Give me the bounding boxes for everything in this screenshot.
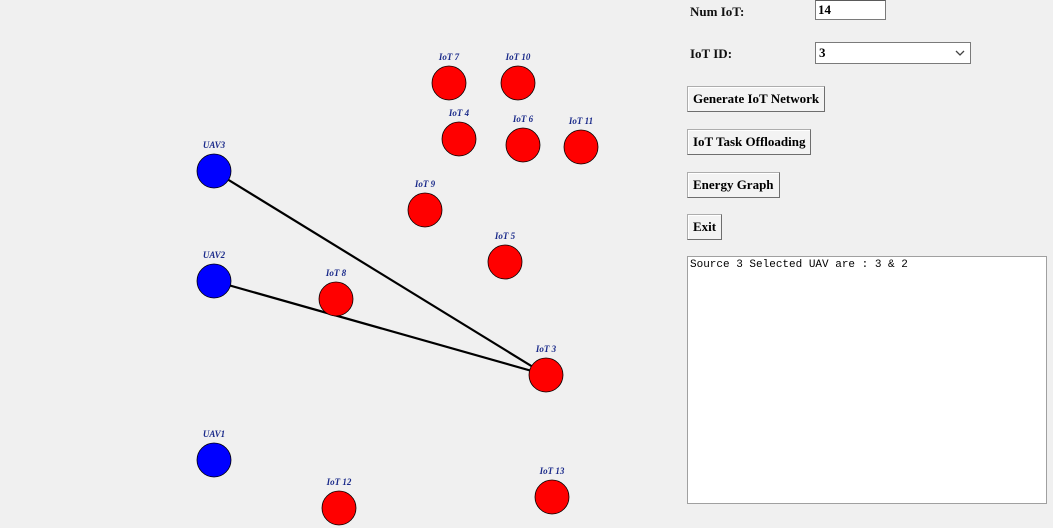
iot-id-select[interactable]: 3	[815, 42, 971, 64]
uav-label: UAV1	[203, 429, 225, 439]
iot-node-iot10: IoT 10	[500, 52, 536, 101]
uav-node-uav2: UAV2	[196, 250, 232, 299]
iot-label: IoT 8	[325, 268, 347, 278]
iot-node-iot13: IoT 13	[534, 466, 570, 515]
iot-circle	[431, 65, 467, 101]
iot-label: IoT 11	[568, 116, 593, 126]
exit-button[interactable]: Exit	[687, 214, 723, 240]
iot-label: IoT 6	[512, 114, 534, 124]
iot-label: IoT 12	[326, 477, 352, 487]
iot-circle	[500, 65, 536, 101]
iot-label: IoT 9	[414, 179, 436, 189]
iot-label: IoT 10	[505, 52, 531, 62]
chevron-down-icon[interactable]	[954, 46, 966, 60]
iot-circle	[534, 479, 570, 515]
nodes-layer: UAV3 UAV2 UAV1 IoT 7 IoT 10 IoT 4 IoT 6 IoT 11 I…	[196, 52, 599, 526]
iot-circle	[505, 127, 541, 163]
uav-node-uav1: UAV1	[196, 429, 232, 478]
iot-circle	[563, 129, 599, 165]
iot-node-iot8: IoT 8	[318, 268, 354, 317]
generate-iot-network-button[interactable]: Generate IoT Network	[687, 86, 826, 112]
iot-label: IoT 4	[448, 108, 470, 118]
iot-node-iot4: IoT 4	[441, 108, 477, 157]
iot-node-iot6: IoT 6	[505, 114, 541, 163]
iot-uav-simulator-window: UAV3 UAV2 UAV1 IoT 7 IoT 10 IoT 4 IoT 6 IoT 11 I…	[0, 0, 1053, 528]
iot-node-iot11: IoT 11	[563, 116, 599, 165]
iot-node-iot5: IoT 5	[487, 231, 523, 280]
uav-circle	[196, 442, 232, 478]
iot-label: IoT 7	[438, 52, 460, 62]
uav-label: UAV2	[203, 250, 226, 260]
output-log-textarea[interactable]: Source 3 Selected UAV are : 3 & 2	[687, 256, 1047, 504]
energy-graph-button[interactable]: Energy Graph	[687, 172, 780, 198]
iot-node-iot3: IoT 3	[528, 344, 564, 393]
iot-task-offloading-button[interactable]: IoT Task Offloading	[687, 129, 812, 155]
iot-label: IoT 3	[535, 344, 557, 354]
num-iot-input[interactable]	[815, 0, 886, 20]
iot-id-selected-value: 3	[819, 45, 826, 60]
iot-label: IoT 13	[539, 466, 565, 476]
iot-circle	[407, 192, 443, 228]
iot-circle	[441, 121, 477, 157]
iot-circle	[528, 357, 564, 393]
uav-circle	[196, 153, 232, 189]
iot-node-iot12: IoT 12	[321, 477, 357, 526]
num-iot-label: Num IoT:	[690, 4, 745, 19]
iot-label: IoT 5	[494, 231, 516, 241]
iot-circle	[318, 281, 354, 317]
iot-node-iot9: IoT 9	[407, 179, 443, 228]
uav-label: UAV3	[203, 140, 226, 150]
iot-circle	[487, 244, 523, 280]
uav-node-uav3: UAV3	[196, 140, 232, 189]
link-iot3-uav2	[213, 279, 547, 377]
iot-id-label: IoT ID:	[690, 46, 733, 61]
iot-circle	[321, 490, 357, 526]
iot-node-iot7: IoT 7	[431, 52, 467, 101]
network-canvas: UAV3 UAV2 UAV1 IoT 7 IoT 10 IoT 4 IoT 6 IoT 11 I…	[196, 52, 599, 526]
uav-circle	[196, 263, 232, 299]
